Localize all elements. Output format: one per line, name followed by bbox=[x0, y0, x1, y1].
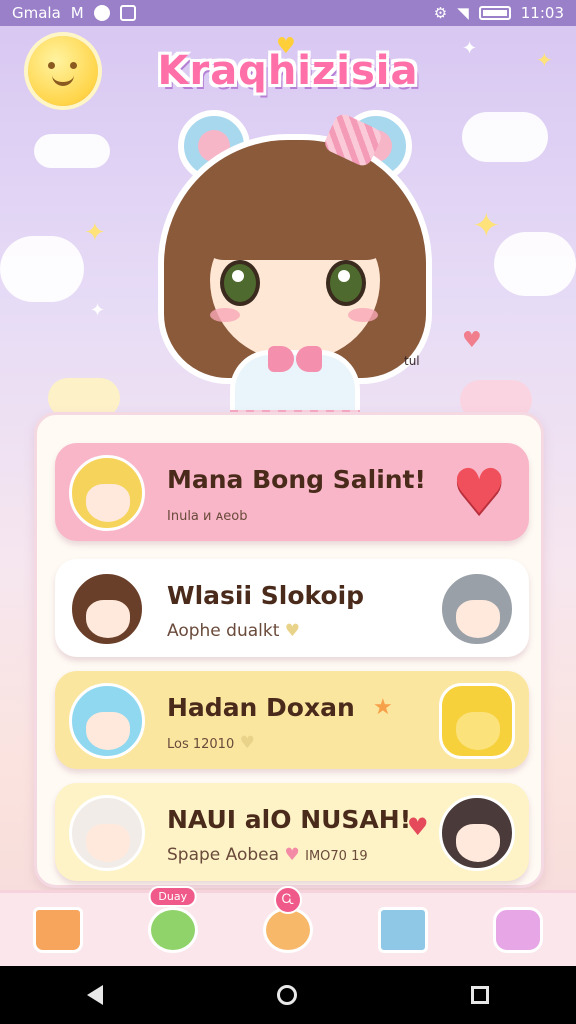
avatar bbox=[439, 795, 515, 871]
character-list-panel: Mana Bong Salint! Inula ᴎ ᴀeob ♥ Wlasii … bbox=[34, 412, 544, 888]
avatar bbox=[69, 795, 145, 871]
book-icon bbox=[378, 906, 429, 953]
character-subtitle: Aophe dualkt ♥ bbox=[167, 621, 301, 641]
character-card[interactable]: NAUI alO NUSAH! ♥ Spape Aobea ♥ IMO70 19 bbox=[55, 783, 529, 881]
heart-icon: ♥ bbox=[407, 813, 429, 841]
battery-icon bbox=[478, 6, 511, 20]
bunny-cup-icon bbox=[493, 906, 544, 953]
cloud-decoration bbox=[462, 112, 548, 162]
nav-frog[interactable]: Duay bbox=[140, 885, 206, 960]
character-card[interactable]: Hadan Doxan ★ Los 12010 ♥ bbox=[55, 671, 529, 769]
star-icon: ★ bbox=[373, 695, 393, 720]
alarm-icon: ⚙ bbox=[433, 4, 448, 22]
heart-icon: ♥ bbox=[284, 845, 300, 865]
recents-icon[interactable] bbox=[471, 986, 489, 1004]
heart-icon[interactable]: ♥ bbox=[451, 461, 507, 523]
mascot-character bbox=[150, 110, 440, 430]
status-bar: Gmala M ⚙ ◥ 11:03 bbox=[0, 0, 576, 26]
character-subtitle: Los 12010 ♥ bbox=[167, 733, 255, 753]
app-notification-icon bbox=[119, 5, 136, 21]
character-name: Hadan Doxan bbox=[167, 693, 355, 722]
back-icon[interactable] bbox=[87, 985, 103, 1005]
bottom-nav: Duay Ꮹ bbox=[0, 885, 576, 966]
nav-book[interactable] bbox=[370, 900, 436, 960]
status-carrier: Gmala bbox=[12, 4, 61, 22]
wifi-icon: ◥ bbox=[457, 4, 469, 22]
nav-badge: Ꮹ bbox=[273, 885, 302, 914]
frog-icon bbox=[147, 906, 198, 953]
status-mail: M bbox=[70, 4, 84, 22]
avatar bbox=[69, 455, 145, 531]
cloud-decoration bbox=[494, 232, 576, 296]
system-nav-bar bbox=[0, 966, 576, 1024]
avatar bbox=[439, 683, 515, 759]
heart-icon: ♥ bbox=[284, 621, 301, 641]
character-name: Mana Bong Salint! bbox=[167, 465, 426, 494]
character-name: Wlasii Slokoip bbox=[167, 581, 365, 610]
sparkle-icon: ✦ bbox=[472, 206, 501, 246]
home-icon bbox=[32, 906, 83, 953]
avatar bbox=[69, 571, 145, 647]
sparkle-icon: ✦ bbox=[90, 300, 106, 321]
avatar bbox=[439, 571, 515, 647]
character-subtitle: Spape Aobea ♥ IMO70 19 bbox=[167, 845, 368, 865]
character-card[interactable]: Mana Bong Salint! Inula ᴎ ᴀeob ♥ bbox=[55, 443, 529, 541]
nav-badge: Duay bbox=[148, 885, 198, 907]
cloud-decoration bbox=[34, 134, 110, 168]
character-card[interactable]: Wlasii Slokoip Aophe dualkt ♥ bbox=[55, 559, 529, 657]
app-title: Kraqhizisia bbox=[157, 48, 419, 94]
nav-bear[interactable]: Ꮹ bbox=[255, 885, 321, 960]
character-name: NAUI alO NUSAH! bbox=[167, 805, 412, 834]
signature: tul bbox=[404, 354, 420, 368]
character-subtitle: Inula ᴎ ᴀeob bbox=[167, 509, 248, 524]
cloud-decoration bbox=[0, 236, 84, 302]
heart-icon: ♥ bbox=[239, 733, 255, 753]
heart-decoration-icon: ♥ bbox=[462, 328, 482, 353]
home-button-icon[interactable] bbox=[277, 985, 297, 1005]
notification-icon bbox=[93, 5, 110, 21]
sparkle-icon: ✦ bbox=[84, 218, 106, 248]
avatar bbox=[69, 683, 145, 759]
nav-bunny[interactable] bbox=[485, 900, 551, 960]
nav-home[interactable] bbox=[25, 900, 91, 960]
status-time: 11:03 bbox=[520, 4, 564, 22]
